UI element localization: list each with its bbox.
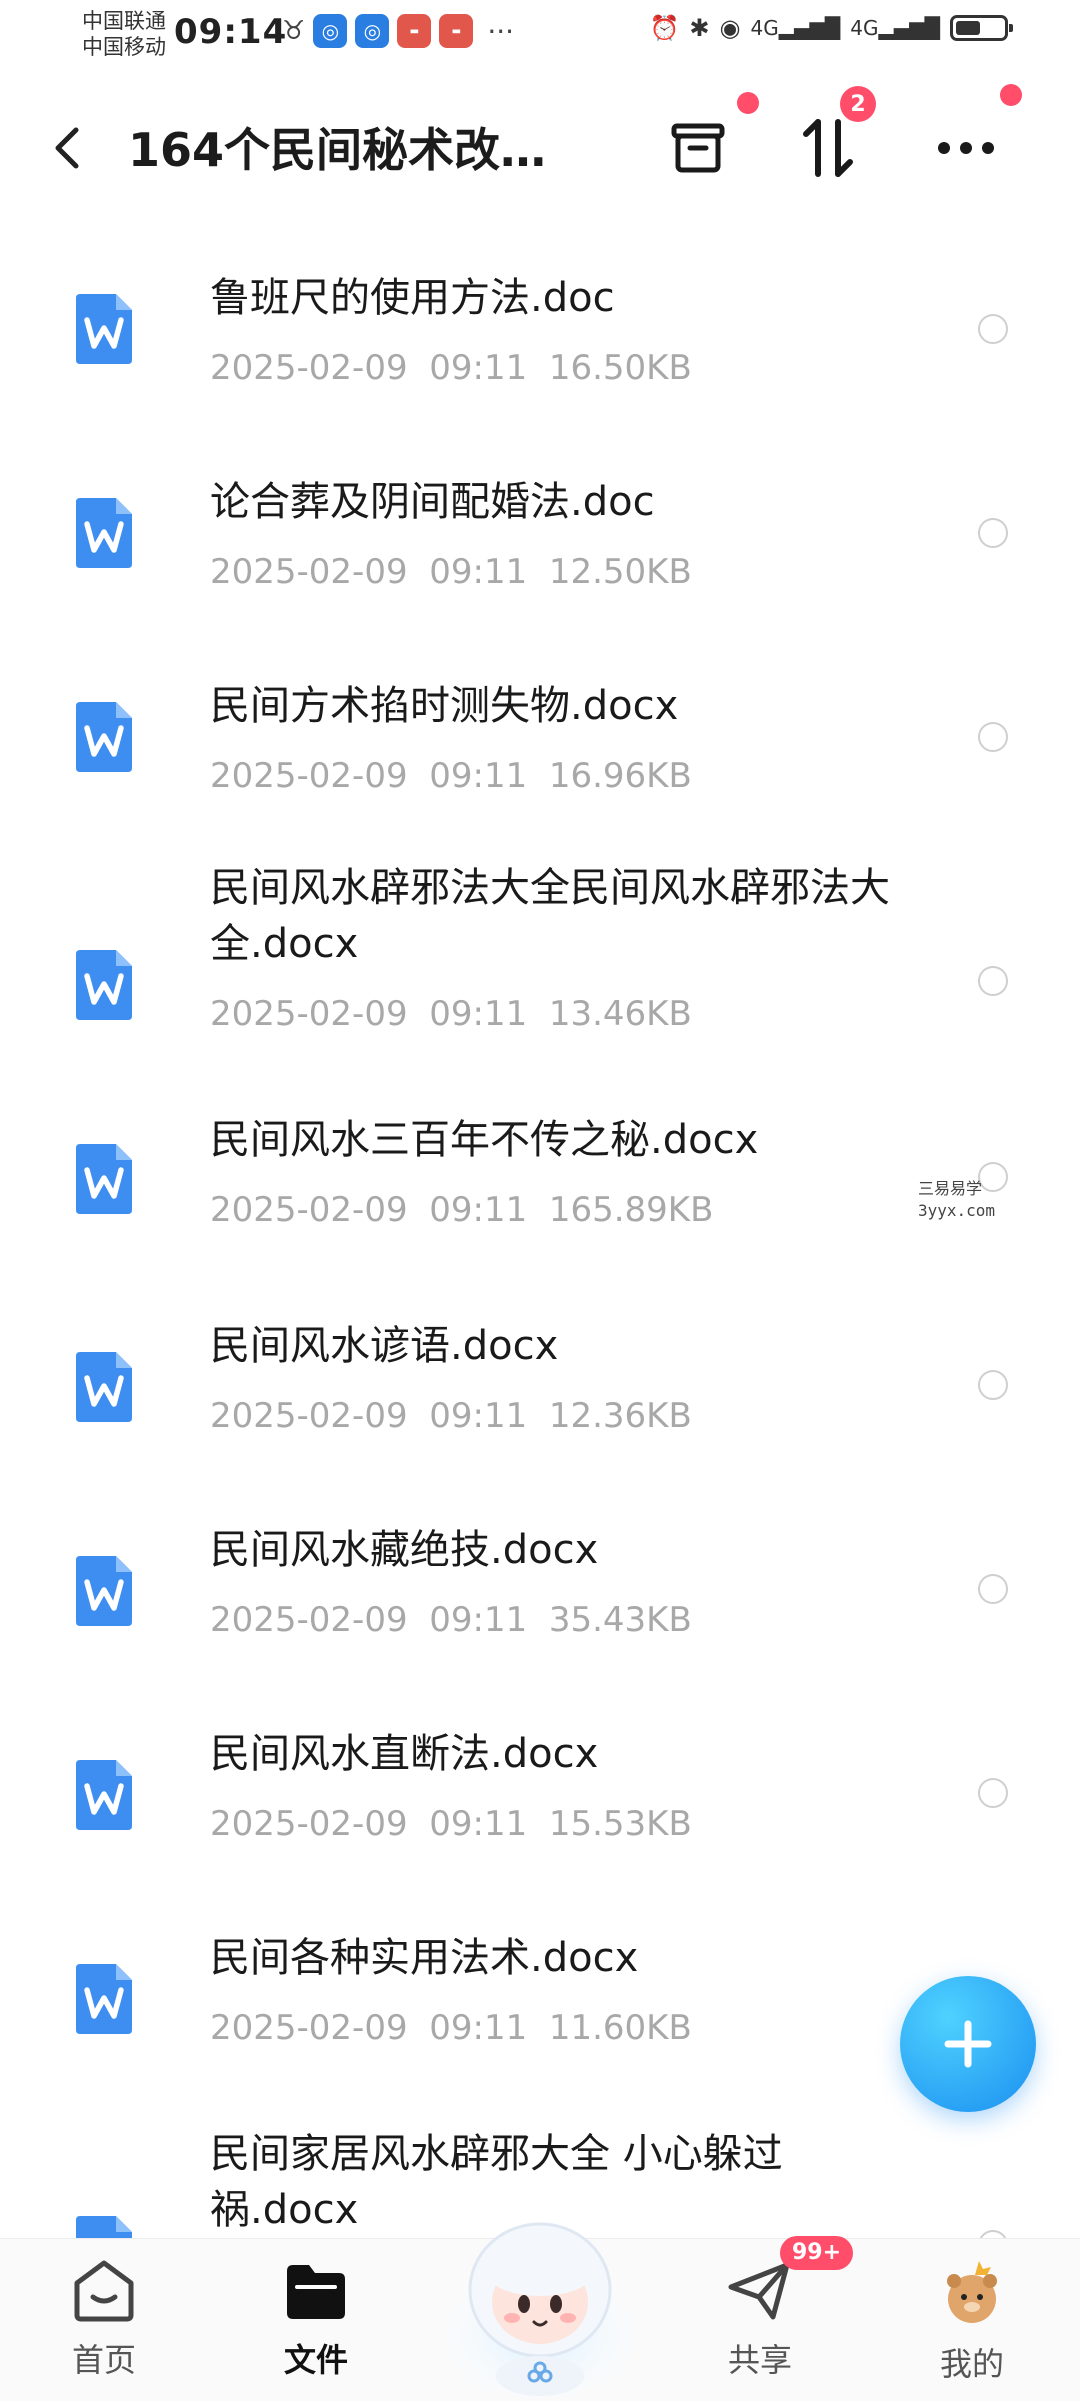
assistant-mascot-button[interactable] bbox=[430, 2180, 650, 2400]
nav-mine-label: 我的 bbox=[939, 2345, 1004, 2383]
add-button[interactable] bbox=[900, 1976, 1036, 2112]
astronaut-mascot-icon bbox=[432, 2222, 648, 2398]
file-name: 民间风水辟邪法大全民间风水辟邪法大全.docx bbox=[210, 865, 890, 967]
nav-share[interactable]: 共享 bbox=[690, 2257, 830, 2381]
system-icons: ⏰ ✱ ◉ 4G▂▄▆█ 4G▂▄▆█ bbox=[649, 14, 1013, 42]
page-title: 164个民间秘术改… bbox=[128, 123, 547, 177]
file-name: 民间风水谚语.docx bbox=[210, 1323, 559, 1369]
word-file-icon bbox=[72, 1140, 136, 1216]
nav-files-label: 文件 bbox=[283, 2341, 348, 2379]
hotspot-icon: ◉ bbox=[719, 14, 741, 42]
file-meta: 2025-02-09 09:11 12.36KB bbox=[210, 1396, 692, 1436]
file-meta: 2025-02-09 09:11 16.50KB bbox=[210, 348, 692, 388]
nav-home-label: 首页 bbox=[71, 2341, 136, 2379]
file-meta: 2025-02-09 09:11 12.50KB bbox=[210, 552, 692, 592]
word-file-icon bbox=[72, 1756, 136, 1832]
word-file-icon bbox=[72, 946, 136, 1022]
nav-share-label: 共享 bbox=[727, 2341, 792, 2379]
file-row[interactable]: 民间风水藏绝技.docx 2025-02-09 09:11 35.43KB bbox=[0, 1514, 1080, 1684]
nav-mine[interactable]: 我的 bbox=[902, 2257, 1042, 2385]
word-file-icon bbox=[72, 1348, 136, 1424]
file-row[interactable]: 论合葬及阴间配婚法.doc 2025-02-09 09:11 12.50KB bbox=[0, 454, 1080, 624]
select-radio[interactable] bbox=[978, 1574, 1008, 1604]
select-radio[interactable] bbox=[978, 518, 1008, 548]
word-file-icon bbox=[72, 1960, 136, 2036]
more-dots-icon bbox=[938, 142, 994, 154]
top-bar: 164个民间秘术改… 2 bbox=[0, 84, 1080, 202]
word-file-icon bbox=[72, 290, 136, 366]
profile-avatar-icon bbox=[947, 2261, 997, 2323]
share-badge: 99+ bbox=[780, 2236, 854, 2270]
watermark: 三易易学 3yyx.com bbox=[918, 1179, 996, 1220]
file-name: 民间风水藏绝技.docx bbox=[210, 1527, 599, 1573]
more-new-dot bbox=[1000, 84, 1022, 106]
folder-icon bbox=[287, 2265, 345, 2319]
status-bar: 中国联通 中国移动 09:14 ♉ ◎ ◎ ▬ ▬ ··· ⏰ ✱ ◉ 4G▂▄… bbox=[0, 0, 1080, 72]
home-icon bbox=[74, 2260, 134, 2322]
carrier-2: 中国移动 bbox=[82, 35, 166, 59]
file-name: 民间风水三百年不传之秘.docx bbox=[210, 1117, 759, 1163]
archive-box-icon bbox=[671, 123, 725, 173]
bluetooth-icon: ✱ bbox=[689, 14, 710, 42]
chevron-left-icon bbox=[55, 127, 79, 169]
app-notification-icon: ◎ bbox=[355, 14, 390, 48]
file-name: 民间各种实用法术.docx bbox=[210, 1935, 639, 1981]
sort-badge: 2 bbox=[840, 86, 876, 122]
back-button[interactable] bbox=[48, 118, 98, 178]
plus-icon bbox=[944, 2020, 992, 2068]
nav-files[interactable]: 文件 bbox=[246, 2257, 386, 2381]
file-meta: 2025-02-09 09:11 15.53KB bbox=[210, 1804, 692, 1844]
archive-new-dot bbox=[737, 92, 759, 114]
battery-icon bbox=[950, 15, 1013, 41]
nav-home[interactable]: 首页 bbox=[34, 2257, 174, 2381]
app-notification-icon: ◎ bbox=[313, 14, 348, 48]
file-meta: 2025-02-09 09:11 11.60KB bbox=[210, 2008, 692, 2048]
select-radio[interactable] bbox=[978, 1370, 1008, 1400]
select-radio[interactable] bbox=[978, 722, 1008, 752]
alarm-icon: ⏰ bbox=[649, 14, 680, 42]
file-row[interactable]: 民间风水辟邪法大全民间风水辟邪法大全.docx 2025-02-09 09:11… bbox=[0, 860, 1080, 1100]
app-notification-icon: ▬ bbox=[397, 14, 432, 48]
select-radio[interactable] bbox=[978, 314, 1008, 344]
more-notifications-indicator: ··· bbox=[487, 14, 515, 48]
sort-arrows-icon bbox=[803, 119, 853, 177]
file-name: 论合葬及阴间配婚法.doc bbox=[210, 479, 655, 525]
app-notification-icon: ▬ bbox=[439, 14, 474, 48]
signal-2-icon: 4G▂▄▆█ bbox=[850, 16, 940, 40]
select-radio[interactable] bbox=[978, 966, 1008, 996]
file-name: 鲁班尺的使用方法.doc bbox=[210, 275, 615, 321]
file-meta: 2025-02-09 09:11 16.96KB bbox=[210, 756, 692, 796]
file-meta: 2025-02-09 09:11 165.89KB bbox=[210, 1190, 714, 1230]
file-row[interactable]: 民间方术掐时测失物.docx 2025-02-09 09:11 16.96KB bbox=[0, 658, 1080, 828]
notification-icons: ♉ ◎ ◎ ▬ ▬ ··· bbox=[282, 14, 514, 48]
file-meta: 2025-02-09 09:11 13.46KB bbox=[210, 994, 692, 1034]
paper-plane-icon bbox=[728, 2262, 790, 2320]
word-file-icon bbox=[72, 698, 136, 774]
select-radio[interactable] bbox=[978, 1778, 1008, 1808]
status-time: 09:14 bbox=[174, 12, 288, 52]
alarm-notification-icon: ♉ bbox=[282, 16, 306, 46]
file-row[interactable]: 民间风水谚语.docx 2025-02-09 09:11 12.36KB bbox=[0, 1310, 1080, 1480]
more-options-button[interactable] bbox=[928, 110, 1004, 186]
word-file-icon bbox=[72, 1552, 136, 1628]
signal-1-icon: 4G▂▄▆█ bbox=[750, 16, 841, 40]
file-meta: 2025-02-09 09:11 35.43KB bbox=[210, 1600, 692, 1640]
file-row[interactable]: 鲁班尺的使用方法.doc 2025-02-09 09:11 16.50KB bbox=[0, 250, 1080, 420]
archive-button[interactable] bbox=[660, 110, 736, 186]
word-file-icon bbox=[72, 494, 136, 570]
file-name: 民间风水直断法.docx bbox=[210, 1731, 599, 1777]
carrier-info: 中国联通 中国移动 bbox=[82, 8, 166, 60]
carrier-1: 中国联通 bbox=[82, 9, 166, 33]
file-row[interactable]: 民间风水直断法.docx 2025-02-09 09:11 15.53KB bbox=[0, 1718, 1080, 1888]
file-name: 民间方术掐时测失物.docx bbox=[210, 683, 679, 729]
